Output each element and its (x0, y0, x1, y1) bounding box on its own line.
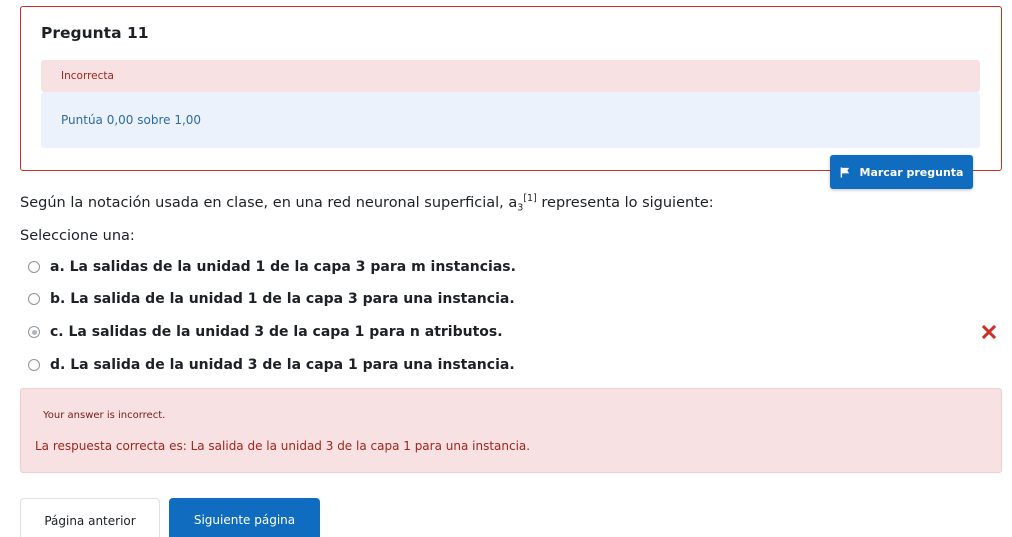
answer-radio-d[interactable] (28, 359, 40, 371)
feedback-box: Your answer is incorrect. La respuesta c… (20, 388, 1002, 473)
answer-option-d[interactable]: d. La salida de la unidad 3 de la capa 1… (28, 354, 1000, 376)
answer-label-d: d. La salida de la unidad 3 de la capa 1… (50, 357, 515, 373)
answer-option-c[interactable]: c. La salidas de la unidad 3 de la capa … (28, 321, 1000, 343)
flag-question-label: Marcar pregunta (859, 165, 964, 179)
question-text-subscript: 3 (517, 202, 524, 214)
answer-label-b: b. La salida de la unidad 1 de la capa 3… (50, 291, 515, 307)
question-info-box: Pregunta 11 Incorrecta Puntúa 0,00 sobre… (20, 6, 1002, 171)
question-grade: Puntúa 0,00 sobre 1,00 (41, 92, 980, 148)
answer-option-b[interactable]: b. La salida de la unidad 1 de la capa 3… (28, 288, 1000, 310)
answer-radio-c[interactable] (28, 326, 40, 338)
answer-radio-a[interactable] (28, 261, 40, 273)
question-text-main: Según la notación usada en clase, en una… (20, 194, 518, 211)
feedback-status: Your answer is incorrect. (43, 410, 166, 421)
next-page-button[interactable]: Siguiente página (169, 498, 320, 537)
correct-answer-text: La respuesta correcta es: La salida de l… (35, 439, 531, 453)
question-text-end: representa lo siguiente: (536, 194, 714, 211)
question-state: Incorrecta (41, 60, 980, 92)
flag-icon (840, 166, 849, 178)
question-text: Según la notación usada en clase, en una… (20, 193, 714, 214)
answer-option-a[interactable]: a. La salidas de la unidad 1 de la capa … (28, 256, 1000, 278)
question-text-superscript: [1] (523, 193, 537, 204)
answer-label-c: c. La salidas de la unidad 3 de la capa … (50, 324, 503, 340)
answer-label-a: a. La salidas de la unidad 1 de la capa … (50, 259, 516, 275)
incorrect-x-icon (982, 325, 996, 339)
previous-page-button[interactable]: Página anterior (20, 498, 160, 537)
flag-question-button[interactable]: Marcar pregunta (830, 155, 973, 189)
answer-radio-b[interactable] (28, 293, 40, 305)
answer-prompt: Seleccione una: (20, 228, 135, 244)
question-number: Pregunta 11 (41, 24, 149, 42)
